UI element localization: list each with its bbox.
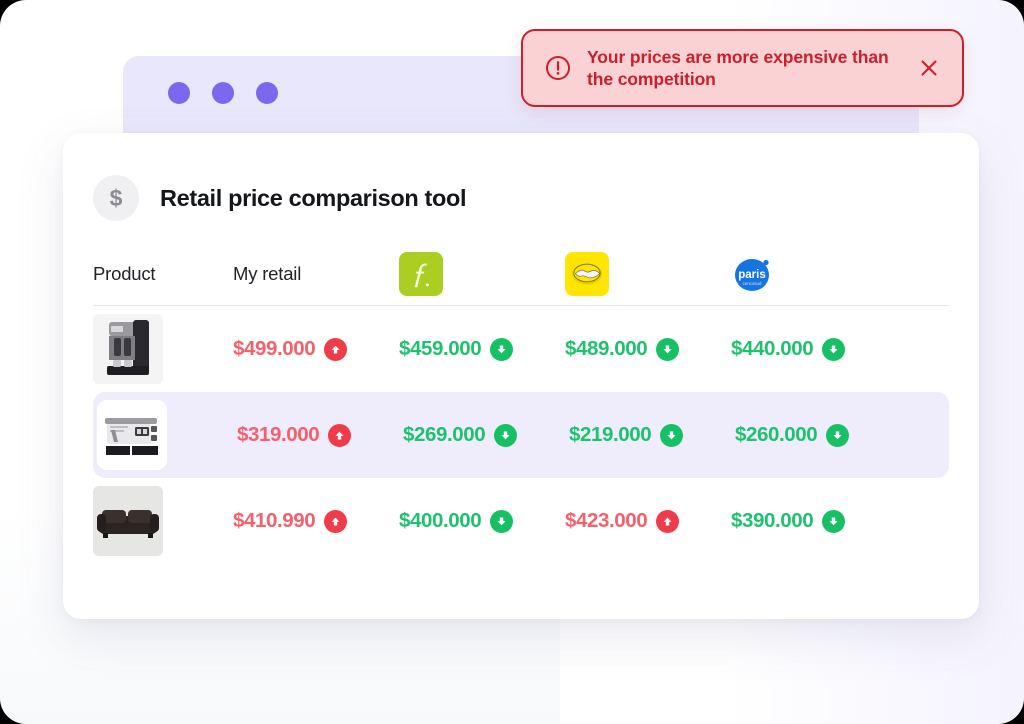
sodimac-logo (565, 252, 609, 296)
column-header-my-retail: My retail (233, 263, 302, 284)
price-value: $400.000 (399, 509, 482, 532)
price-cell-paris: $440.000 (731, 337, 897, 361)
product-cell (93, 314, 233, 384)
arrow-down-icon (656, 337, 680, 361)
svg-text:paris: paris (738, 269, 766, 281)
product-cell (93, 486, 233, 556)
column-header-falabella[interactable] (399, 252, 565, 296)
table-row[interactable]: $410.990 $400.000 $423.000 $390.000 (93, 478, 949, 564)
column-header-paris[interactable]: paris cencosud (731, 252, 897, 296)
price-value: $499.000 (233, 337, 316, 360)
price-value: $269.000 (403, 423, 486, 446)
arrow-down-icon (822, 337, 846, 361)
dollar-glyph: $ (109, 184, 123, 211)
arrow-up-icon (328, 423, 352, 447)
coffee-machine-thumbnail (93, 314, 163, 384)
price-cell-sodimac: $489.000 (565, 337, 731, 361)
arrow-down-icon (822, 509, 846, 533)
page-root: Your prices are more expensive than the … (0, 0, 1024, 724)
card-header: $ Retail price comparison tool (63, 133, 979, 221)
arrow-down-icon (660, 423, 684, 447)
falabella-logo (399, 252, 443, 296)
window-dot-2[interactable] (212, 82, 234, 104)
window-dot-3[interactable] (256, 82, 278, 104)
arrow-down-icon (490, 509, 514, 533)
price-value: $390.000 (731, 509, 814, 532)
price-cell-my-retail: $499.000 (233, 337, 399, 361)
price-cell-my-retail: $410.990 (233, 509, 399, 533)
table-row[interactable]: $319.000 $269.000 $219.000 $260.000 (93, 392, 949, 478)
price-value: $219.000 (569, 423, 652, 446)
price-cell-paris: $390.000 (731, 509, 897, 533)
price-value: $489.000 (565, 337, 648, 360)
price-cell-sodimac: $219.000 (569, 423, 735, 447)
price-value: $319.000 (237, 423, 320, 446)
comparison-card: $ Retail price comparison tool Product M… (63, 133, 979, 619)
table-header-row: Product My retail paris cencosud (93, 243, 949, 306)
price-cell-my-retail: $319.000 (237, 423, 403, 447)
arrow-down-icon (490, 337, 514, 361)
price-value: $440.000 (731, 337, 814, 360)
column-header-sodimac[interactable] (565, 252, 731, 296)
exclamation-circle-icon (545, 55, 571, 81)
price-cell-falabella: $400.000 (399, 509, 565, 533)
page-title: Retail price comparison tool (160, 184, 467, 211)
column-header-product: Product (93, 263, 156, 284)
window-dot-1[interactable] (168, 82, 190, 104)
price-cell-sodimac: $423.000 (565, 509, 731, 533)
price-cell-falabella: $459.000 (399, 337, 565, 361)
arrow-up-icon (656, 509, 680, 533)
price-cell-falabella: $269.000 (403, 423, 569, 447)
arrow-down-icon (494, 423, 518, 447)
sewing-machine-thumbnail (97, 400, 167, 470)
sofa-thumbnail (93, 486, 163, 556)
product-cell (93, 400, 237, 470)
arrow-up-icon (324, 337, 348, 361)
arrow-down-icon (826, 423, 850, 447)
price-value: $459.000 (399, 337, 482, 360)
alert-message: Your prices are more expensive than the … (587, 46, 889, 89)
price-alert-banner: Your prices are more expensive than the … (521, 29, 964, 107)
paris-logo: paris cencosud (731, 252, 775, 296)
dollar-icon: $ (93, 175, 139, 221)
close-icon[interactable] (912, 51, 946, 85)
price-value: $260.000 (735, 423, 818, 446)
price-comparison-table: Product My retail paris cencosud $499.00… (93, 243, 949, 564)
price-value: $423.000 (565, 509, 648, 532)
table-row[interactable]: $499.000 $459.000 $489.000 $440.000 (93, 306, 949, 392)
window-controls (168, 82, 278, 104)
svg-text:cencosud: cencosud (743, 281, 762, 286)
price-cell-paris: $260.000 (735, 423, 901, 447)
price-value: $410.990 (233, 509, 316, 532)
arrow-up-icon (324, 509, 348, 533)
